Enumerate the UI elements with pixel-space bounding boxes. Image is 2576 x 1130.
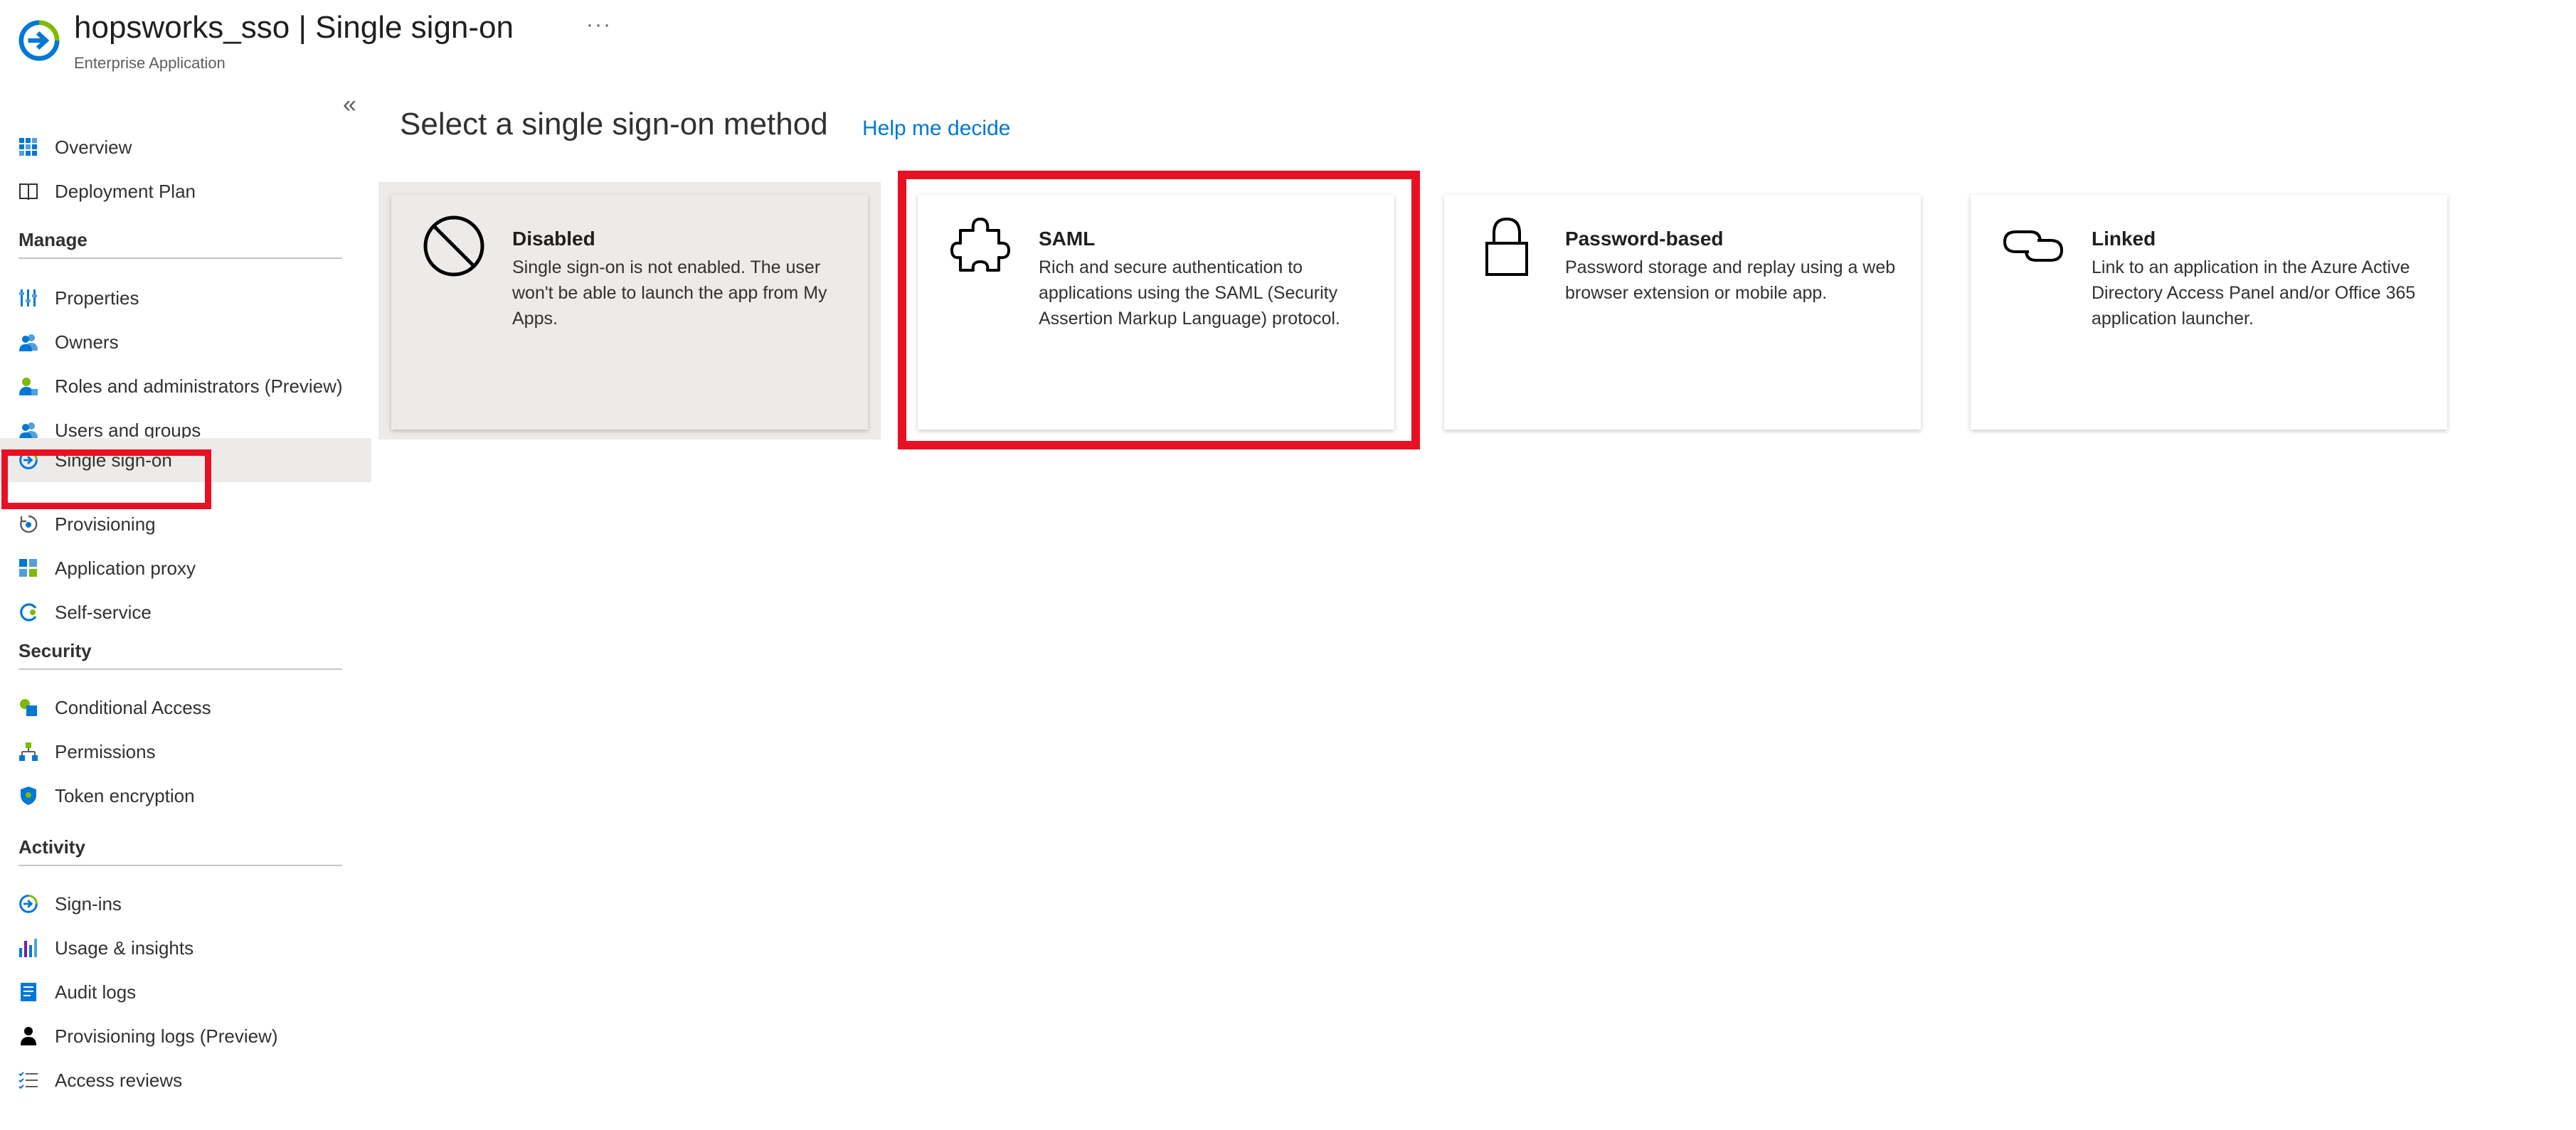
card-description: Link to an application in the Azure Acti…	[2092, 257, 2416, 329]
sidebar-item-label: Overview	[55, 136, 132, 158]
sso-method-card-linked[interactable]: Linked Link to an application in the Azu…	[1971, 195, 2447, 430]
book-icon	[19, 183, 38, 201]
sidebar-item-application-proxy[interactable]: Application proxy	[0, 546, 371, 590]
self-service-icon	[20, 603, 37, 622]
sidebar-item-single-sign-on[interactable]: Single sign-on	[0, 438, 371, 482]
sidebar-item-deployment-plan[interactable]: Deployment Plan	[0, 169, 371, 213]
sidebar-item-label: Roles and administrators (Preview)	[55, 375, 343, 397]
section-heading: Select a single sign-on method	[400, 107, 828, 142]
sidebar-item-provisioning-logs[interactable]: Provisioning logs (Preview)	[0, 1014, 371, 1058]
properties-icon	[19, 289, 37, 307]
sidebar-item-label: Provisioning logs (Preview)	[55, 1025, 278, 1047]
app-sso-icon	[18, 20, 60, 61]
overview-grid-icon	[19, 138, 37, 156]
section-header-security: Security	[18, 640, 92, 661]
collapse-sidebar-button[interactable]: «	[343, 91, 356, 119]
audit-logs-icon	[21, 983, 36, 1001]
sso-method-card-disabled[interactable]: Disabled Single sign-on is not enabled. …	[391, 195, 868, 430]
sidebar-item-sign-ins[interactable]: Sign-ins	[0, 882, 371, 926]
sidebar-item-token-encryption[interactable]: Token encryption	[0, 774, 371, 818]
sidebar-item-provisioning[interactable]: Provisioning	[0, 502, 371, 546]
more-options-button[interactable]: ···	[586, 13, 612, 37]
sso-method-card-saml[interactable]: SAML Rich and secure authentication to a…	[918, 195, 1394, 430]
sidebar-item-label: Application proxy	[55, 557, 196, 579]
section-header-activity: Activity	[18, 836, 85, 858]
users-groups-icon	[19, 422, 38, 439]
section-divider	[18, 257, 342, 259]
sidebar-item-properties[interactable]: Properties	[0, 276, 371, 320]
sign-ins-icon	[19, 895, 38, 913]
permissions-icon	[19, 742, 38, 761]
prohibited-icon	[423, 215, 484, 277]
sidebar-item-label: Deployment Plan	[55, 180, 196, 202]
sidebar-item-overview[interactable]: Overview	[0, 125, 371, 169]
help-me-decide-link[interactable]: Help me decide	[862, 117, 1010, 141]
sidebar-item-roles-and-administrators[interactable]: Roles and administrators (Preview)	[0, 364, 371, 408]
page-subtitle: Enterprise Application	[74, 54, 226, 72]
sidebar-item-label: Usage & insights	[55, 937, 194, 959]
sidebar-item-label: Properties	[55, 287, 139, 309]
shield-icon	[21, 787, 36, 805]
person-icon	[21, 1027, 36, 1045]
sidebar-item-label: Owners	[55, 331, 119, 353]
puzzle-icon	[950, 218, 1010, 272]
card-description: Single sign-on is not enabled. The user …	[512, 257, 827, 329]
sidebar-item-audit-logs[interactable]: Audit logs	[0, 970, 371, 1014]
card-description: Password storage and replay using a web …	[1565, 257, 1896, 303]
bar-chart-icon	[19, 939, 37, 957]
section-divider	[18, 865, 342, 866]
sidebar-item-usage-and-insights[interactable]: Usage & insights	[0, 926, 371, 970]
sidebar-item-label: Self-service	[55, 601, 152, 623]
conditional-access-icon	[20, 699, 37, 716]
owners-icon	[19, 334, 38, 351]
sidebar-item-label: Provisioning	[55, 513, 156, 535]
application-proxy-icon	[19, 559, 37, 577]
provisioning-icon	[20, 515, 38, 533]
sidebar-item-access-reviews[interactable]: Access reviews	[0, 1058, 371, 1102]
sidebar-item-permissions[interactable]: Permissions	[0, 730, 371, 774]
sidebar-item-conditional-access[interactable]: Conditional Access	[0, 686, 371, 730]
section-header-manage: Manage	[18, 229, 88, 250]
card-title: SAML	[1039, 228, 1096, 250]
roles-icon	[19, 378, 38, 395]
sidebar-item-label: Permissions	[55, 740, 156, 762]
single-sign-on-icon	[19, 451, 38, 469]
section-divider	[18, 668, 342, 670]
sidebar-item-label: Audit logs	[55, 981, 137, 1003]
link-icon	[2003, 230, 2064, 262]
checklist-icon	[18, 1072, 38, 1089]
lock-icon	[1485, 217, 1528, 276]
card-title: Password-based	[1565, 228, 1724, 250]
sidebar-item-label: Conditional Access	[55, 696, 211, 718]
sidebar-item-label: Sign-ins	[55, 892, 122, 915]
sso-method-card-password-based[interactable]: Password-based Password storage and repl…	[1444, 195, 1921, 430]
sidebar-item-owners[interactable]: Owners	[0, 320, 371, 364]
card-title: Disabled	[512, 228, 595, 250]
card-description: Rich and secure authentication to applic…	[1039, 257, 1340, 329]
page-title: hopsworks_sso | Single sign-on	[74, 10, 514, 45]
sidebar-item-label: Token encryption	[55, 784, 195, 806]
sidebar-item-self-service[interactable]: Self-service	[0, 590, 371, 634]
card-title: Linked	[2092, 228, 2156, 250]
sidebar-item-label: Single sign-on	[55, 449, 172, 471]
sidebar-item-label: Access reviews	[55, 1069, 183, 1091]
